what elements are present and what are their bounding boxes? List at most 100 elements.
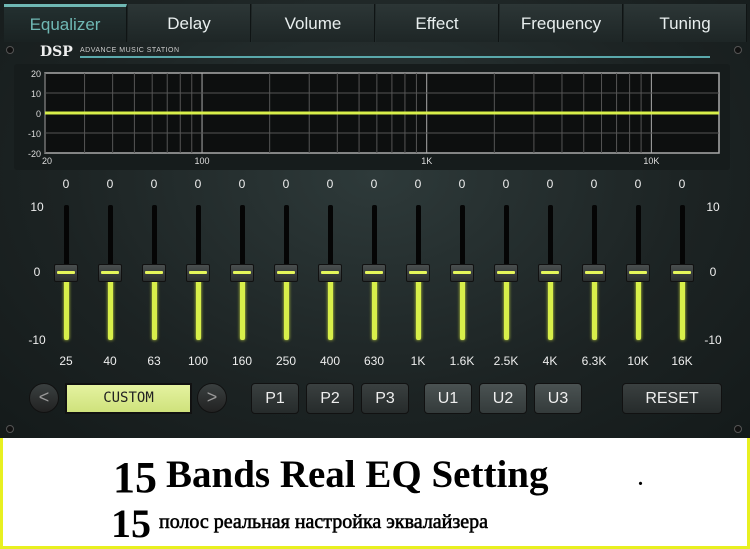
band-value: 0 — [62, 177, 70, 191]
slider-track[interactable] — [64, 205, 69, 273]
preset-p3-button[interactable]: P3 — [361, 383, 409, 414]
slider-track[interactable] — [416, 205, 421, 273]
scale-bottom-left: -10 — [28, 333, 46, 347]
slider-knob[interactable] — [670, 263, 694, 282]
slider-knob[interactable] — [362, 263, 386, 282]
band-frequency-label: 4K — [542, 354, 558, 368]
slider-track[interactable] — [372, 205, 377, 273]
x-tick-label: 100 — [195, 156, 210, 166]
slider-fill — [592, 272, 597, 340]
user-u3-button[interactable]: U3 — [534, 383, 582, 414]
slider-fill — [152, 272, 157, 340]
divider — [80, 56, 710, 58]
scale-top-left: 10 — [30, 200, 44, 214]
preset-p2-button[interactable]: P2 — [306, 383, 354, 414]
slider-knob[interactable] — [626, 263, 650, 282]
eq-response-graph: 20 10 0 -10 -20 20 100 1K 10K — [14, 64, 730, 170]
slider-knob[interactable] — [186, 263, 210, 282]
slider-fill — [416, 272, 421, 340]
band-frequency-label: 40 — [103, 354, 117, 368]
slider-track[interactable] — [328, 205, 333, 273]
scale-mid-left: 0 — [33, 265, 41, 279]
slider-knob[interactable] — [142, 263, 166, 282]
slider-track[interactable] — [460, 205, 465, 273]
band-frequency-label: 2.5K — [493, 354, 519, 368]
user-u1-button[interactable]: U1 — [424, 383, 472, 414]
band-value: 0 — [546, 177, 554, 191]
band-frequency-label: 100 — [187, 354, 209, 368]
slider-fill — [108, 272, 113, 340]
user-u2-button[interactable]: U2 — [479, 383, 527, 414]
screw-icon — [734, 46, 742, 54]
band-value: 0 — [370, 177, 378, 191]
band-frequency-label: 16K — [671, 354, 693, 368]
tab-frequency[interactable]: Frequency — [500, 4, 623, 42]
slider-knob[interactable] — [274, 263, 298, 282]
tab-equalizer[interactable]: Equalizer — [4, 4, 127, 42]
scale-mid-right: 0 — [709, 265, 717, 279]
tab-tuning[interactable]: Tuning — [624, 4, 747, 42]
tab-effect[interactable]: Effect — [376, 4, 499, 42]
slider-knob[interactable] — [450, 263, 474, 282]
slider-fill — [196, 272, 201, 340]
slider-fill — [284, 272, 289, 340]
slider-track[interactable] — [284, 205, 289, 273]
promo-banner: 15 Bands Real EQ Setting . 15 полос реал… — [0, 438, 750, 549]
scale-top-right: 10 — [706, 200, 720, 214]
slider-track[interactable] — [504, 205, 509, 273]
slider-track[interactable] — [636, 205, 641, 273]
preset-display: CUSTOM — [65, 383, 192, 414]
banner-dot: . — [638, 468, 643, 490]
x-tick-label: 20 — [42, 156, 52, 166]
slider-fill — [64, 272, 69, 340]
band-value: 0 — [238, 177, 246, 191]
band-value: 0 — [678, 177, 686, 191]
slider-track[interactable] — [680, 205, 685, 273]
slider-track[interactable] — [548, 205, 553, 273]
slider-fill — [240, 272, 245, 340]
band-value: 0 — [282, 177, 290, 191]
slider-track[interactable] — [152, 205, 157, 273]
band-frequency-label: 6.3K — [581, 354, 607, 368]
band-value: 0 — [502, 177, 510, 191]
slider-track[interactable] — [108, 205, 113, 273]
slider-knob[interactable] — [406, 263, 430, 282]
band-frequency-label: 1.6K — [449, 354, 475, 368]
y-tick-label: -10 — [28, 129, 41, 139]
band-frequency-label: 160 — [231, 354, 253, 368]
x-tick-label: 10K — [643, 156, 659, 166]
band-value: 0 — [150, 177, 158, 191]
slider-knob[interactable] — [54, 263, 78, 282]
banner-number-ru: 15 — [111, 501, 151, 546]
banner-subline-ru: полос реальная настройка эквалайзера — [159, 511, 489, 534]
y-tick-label: 20 — [31, 69, 41, 79]
slider-fill — [680, 272, 685, 340]
slider-fill — [636, 272, 641, 340]
reset-button[interactable]: RESET — [622, 383, 722, 414]
band-frequency-label: 10K — [627, 354, 649, 368]
screw-icon — [6, 46, 14, 54]
slider-knob[interactable] — [318, 263, 342, 282]
slider-track[interactable] — [196, 205, 201, 273]
slider-knob[interactable] — [582, 263, 606, 282]
slider-fill — [460, 272, 465, 340]
screw-icon — [734, 425, 742, 433]
slider-knob[interactable] — [98, 263, 122, 282]
tab-delay[interactable]: Delay — [128, 4, 251, 42]
scale-bottom-right: -10 — [704, 333, 722, 347]
slider-knob[interactable] — [494, 263, 518, 282]
y-tick-label: 10 — [31, 89, 41, 99]
dsp-logo: DSP — [40, 44, 73, 60]
x-tick-label: 1K — [421, 156, 432, 166]
next-preset-button[interactable]: > — [197, 383, 227, 413]
dsp-subtitle: ADVANCE MUSIC STATION — [80, 47, 180, 54]
tab-volume[interactable]: Volume — [252, 4, 375, 42]
slider-knob[interactable] — [538, 263, 562, 282]
prev-preset-button[interactable]: < — [29, 383, 59, 413]
slider-track[interactable] — [240, 205, 245, 273]
slider-knob[interactable] — [230, 263, 254, 282]
band-frequency-label: 63 — [147, 354, 161, 368]
band-value: 0 — [194, 177, 202, 191]
slider-track[interactable] — [592, 205, 597, 273]
preset-p1-button[interactable]: P1 — [251, 383, 299, 414]
